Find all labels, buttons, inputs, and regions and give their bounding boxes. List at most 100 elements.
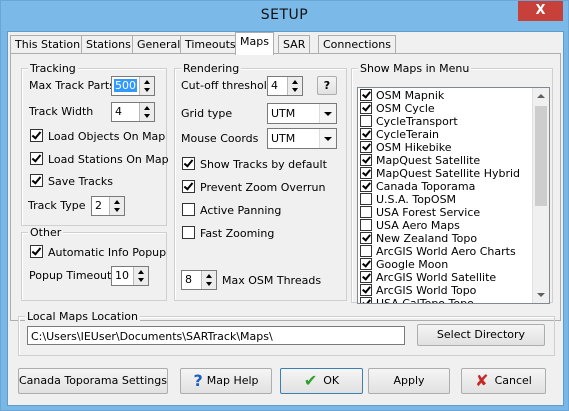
map-list-item[interactable]: New Zealand Topo [360, 232, 477, 245]
track-width-label: Track Width [29, 105, 94, 118]
map-list-item[interactable]: OSM Cycle [360, 102, 435, 115]
map-list-item[interactable]: USA CalTopo Topo [360, 297, 474, 303]
checkbox-checked-icon[interactable] [360, 297, 372, 303]
track-width-value: 4 [115, 105, 122, 118]
checkbox-checked-icon[interactable] [360, 89, 372, 101]
map-list-item[interactable]: Google Moon [360, 258, 448, 271]
active-panning-checkbox[interactable]: Active Panning [182, 203, 281, 217]
checkbox-checked-icon [30, 174, 43, 187]
scroll-down-icon[interactable] [537, 293, 545, 297]
spinner-arrows-icon[interactable] [109, 197, 124, 215]
tab-timeouts[interactable]: Timeouts [180, 35, 241, 54]
ok-check-icon: ✔ [303, 371, 318, 390]
checkbox-unchecked-icon[interactable] [360, 193, 372, 205]
map-help-button[interactable]: ? Map Help [180, 368, 272, 394]
load-stations-checkbox[interactable]: Load Stations On Map [30, 152, 169, 166]
local-maps-path-input[interactable]: C:\Users\IEUser\Documents\SARTrack\Maps\ [27, 326, 405, 345]
map-list-item[interactable]: CycleTerain [360, 128, 439, 141]
checkbox-unchecked-icon[interactable] [360, 206, 372, 218]
spinner-arrows-icon[interactable] [133, 267, 148, 285]
load-stations-label: Load Stations On Map [48, 153, 169, 166]
map-list-item[interactable]: USA Forest Service [360, 206, 480, 219]
map-list-item[interactable]: MapQuest Satellite [360, 154, 480, 167]
cutoff-help-button[interactable]: ? [317, 76, 337, 95]
load-objects-checkbox[interactable]: Load Objects On Map [30, 129, 165, 143]
spinner-arrows-icon[interactable] [139, 103, 154, 121]
canada-toporama-settings-button[interactable]: Canada Toporama Settings [18, 368, 168, 394]
grid-type-select[interactable]: UTM [267, 103, 337, 124]
tab-maps[interactable]: Maps [235, 32, 274, 55]
chevron-down-icon[interactable] [319, 104, 336, 123]
map-list-scrollbar[interactable] [532, 88, 549, 303]
map-list[interactable]: OSM Mapnik OSM Cycle CycleTransport CycleTe… [357, 87, 550, 304]
cancel-button[interactable]: ✘ Cancel [461, 368, 546, 394]
map-list-item[interactable]: ArcGIS World Aero Charts [360, 245, 516, 258]
save-tracks-checkbox[interactable]: Save Tracks [30, 174, 113, 188]
apply-button[interactable]: Apply [368, 368, 450, 394]
checkbox-checked-icon[interactable] [360, 154, 372, 166]
fast-zooming-label: Fast Zooming [200, 227, 275, 240]
checkbox-checked-icon[interactable] [360, 271, 372, 283]
track-width-spinner[interactable]: 4 [111, 102, 155, 122]
cancel-x-icon: ✘ [475, 371, 489, 390]
tab-stations[interactable]: Stations [81, 35, 136, 54]
select-directory-button[interactable]: Select Directory [417, 324, 545, 346]
fast-zooming-checkbox[interactable]: Fast Zooming [182, 226, 274, 240]
map-list-item[interactable]: Canada Toporama [360, 180, 475, 193]
map-list-item[interactable]: USA Aero Maps [360, 219, 460, 232]
local-maps-group: Local Maps Location C:\Users\IEUser\Docu… [18, 310, 555, 356]
map-list-item[interactable]: OSM Hikebike [360, 141, 452, 154]
checkbox-checked-icon[interactable] [360, 284, 372, 296]
map-list-item[interactable]: MapQuest Satellite Hybrid [360, 167, 520, 180]
mouse-coords-select[interactable]: UTM [267, 128, 337, 149]
map-list-item[interactable]: OSM Mapnik [360, 89, 444, 102]
tab-this-station[interactable]: This Station [10, 35, 86, 54]
tracking-group-title: Tracking [28, 62, 78, 75]
dialog-client: This Station Stations General Timeouts M… [7, 31, 564, 406]
checkbox-checked-icon[interactable] [360, 232, 372, 244]
chevron-down-icon[interactable] [319, 129, 336, 148]
checkbox-checked-icon[interactable] [360, 167, 372, 179]
title-bar: SETUP X [1, 1, 568, 31]
checkbox-unchecked-icon[interactable] [360, 219, 372, 231]
ok-button[interactable]: ✔ OK [280, 368, 363, 394]
checkbox-checked-icon [30, 152, 43, 165]
checkbox-checked-icon[interactable] [360, 128, 372, 140]
checkbox-unchecked-icon[interactable] [360, 115, 372, 127]
rendering-group: Rendering Cut-off threshold 4 ? Grid typ… [174, 62, 347, 301]
track-type-spinner[interactable]: 2 [91, 196, 125, 216]
cutoff-threshold-label: Cut-off threshold [181, 79, 274, 92]
scroll-up-icon[interactable] [537, 94, 545, 98]
mouse-coords-value: UTM [271, 132, 296, 145]
tab-general[interactable]: General [132, 35, 186, 54]
auto-popup-checkbox[interactable]: Automatic Info Popup [30, 245, 166, 259]
map-list-item-label: U.S.A. TopOSM [376, 193, 457, 206]
checkbox-checked-icon[interactable] [360, 180, 372, 192]
spinner-arrows-icon[interactable] [287, 77, 302, 95]
popup-timeout-spinner[interactable]: 10 [111, 266, 149, 286]
tab-connections[interactable]: Connections [318, 35, 396, 54]
map-list-item-label: MapQuest Satellite [376, 154, 481, 167]
checkbox-checked-icon[interactable] [360, 102, 372, 114]
map-list-item[interactable]: CycleTransport [360, 115, 458, 128]
close-button[interactable]: X [518, 1, 563, 21]
checkbox-checked-icon[interactable] [360, 141, 372, 153]
checkbox-checked-icon[interactable] [360, 258, 372, 270]
spinner-arrows-icon[interactable] [139, 77, 154, 95]
map-list-item[interactable]: ArcGIS World Satellite [360, 271, 496, 284]
prevent-zoom-checkbox[interactable]: Prevent Zoom Overrun [182, 180, 326, 194]
checkbox-unchecked-icon [182, 203, 195, 216]
max-track-parts-spinner[interactable]: 500 [111, 76, 155, 96]
map-list-item[interactable]: U.S.A. TopOSM [360, 193, 456, 206]
max-track-parts-value: 500 [114, 79, 137, 92]
checkbox-unchecked-icon [182, 226, 195, 239]
spinner-arrows-icon[interactable] [201, 271, 216, 289]
tab-sar[interactable]: SAR [278, 35, 311, 54]
cutoff-threshold-spinner[interactable]: 4 [267, 76, 303, 96]
checkbox-unchecked-icon[interactable] [360, 245, 372, 257]
max-threads-spinner[interactable]: 8 [181, 270, 217, 290]
ok-label: OK [323, 374, 340, 387]
show-tracks-checkbox[interactable]: Show Tracks by default [182, 157, 327, 171]
map-list-item[interactable]: ArcGIS World Topo [360, 284, 476, 297]
scroll-thumb[interactable] [535, 106, 547, 206]
